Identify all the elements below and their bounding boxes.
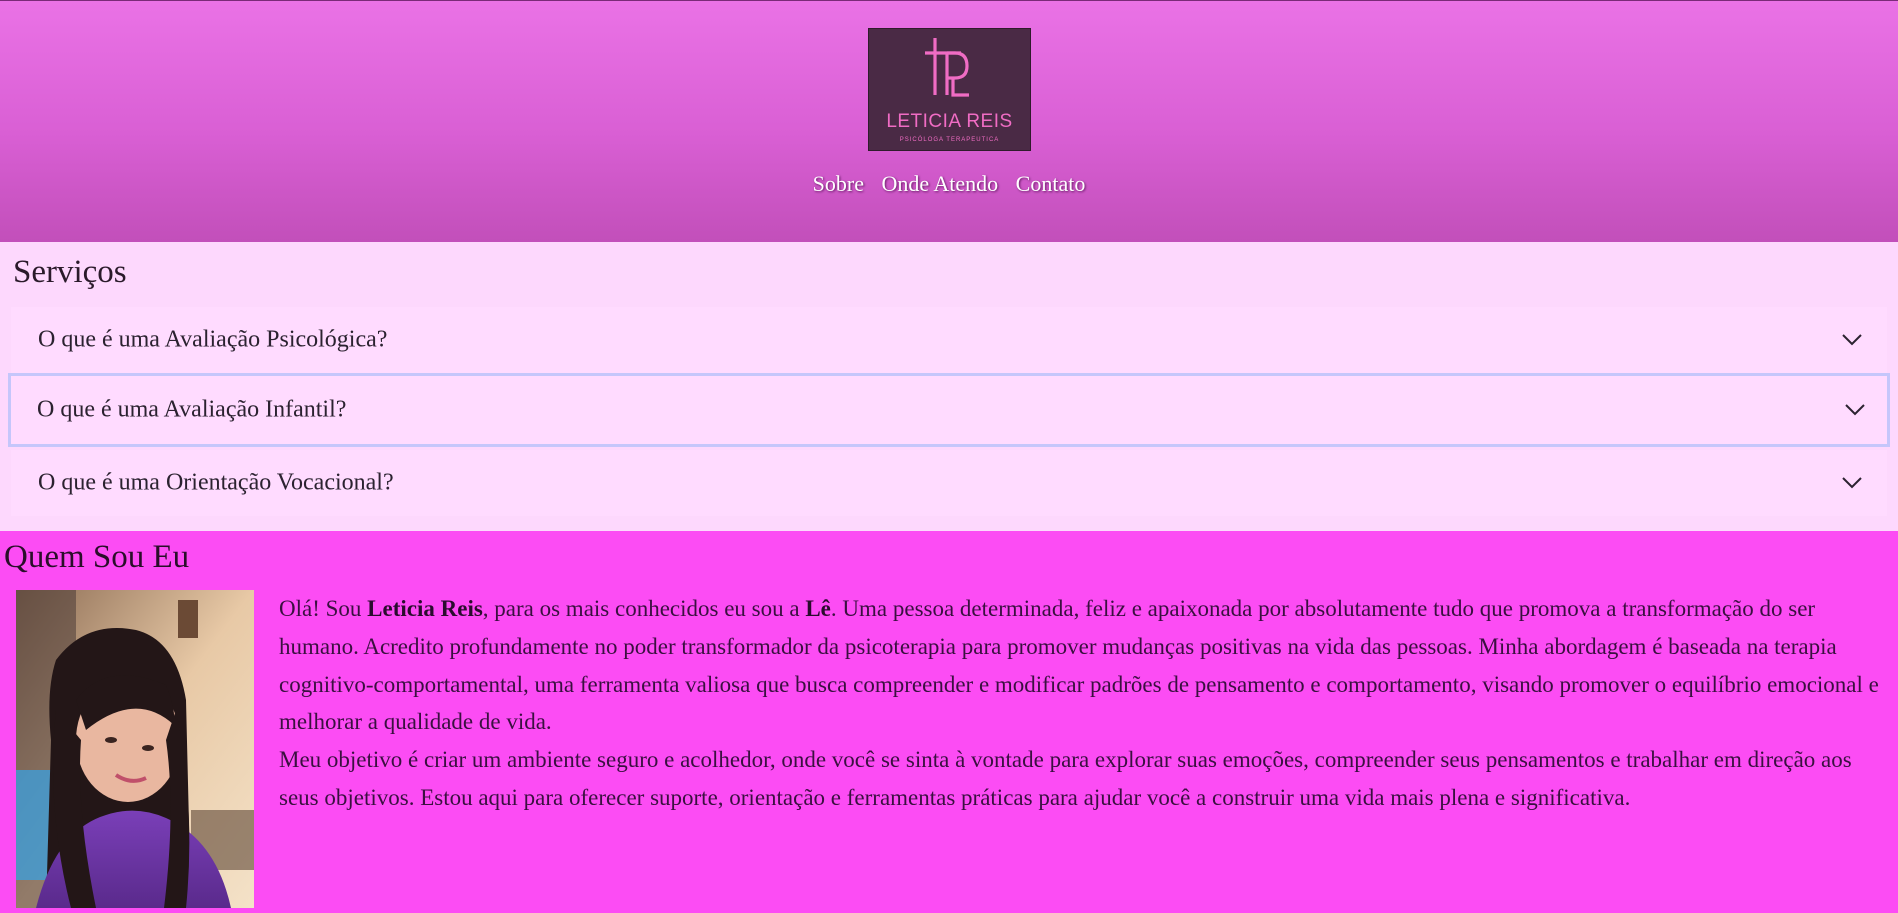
accordion-item-avaliacao-psicologica[interactable]: O que é uma Avaliação Psicológica? [11, 307, 1887, 373]
accordion-label: O que é uma Avaliação Psicológica? [38, 326, 388, 353]
about-name: Leticia Reis [367, 596, 483, 621]
site-header: LETICIA REIS PSICÓLOGA TERAPEUTICA Sobre… [0, 0, 1898, 242]
services-section: Serviços O que é uma Avaliação Psicológi… [0, 242, 1898, 531]
about-paragraph-1: Olá! Sou Leticia Reis, para os mais conh… [279, 596, 1879, 735]
logo-name: LETICIA REIS [886, 111, 1013, 132]
logo[interactable]: LETICIA REIS PSICÓLOGA TERAPEUTICA [868, 28, 1031, 151]
nav-link-onde-atendo[interactable]: Onde Atendo [881, 171, 998, 196]
about-paragraph-2: Meu objetivo é criar um ambiente seguro … [279, 747, 1852, 810]
chevron-down-icon [1842, 334, 1862, 346]
accordion-item-avaliacao-infantil[interactable]: O que é uma Avaliação Infantil? [8, 373, 1890, 447]
about-section: Quem Sou Eu Olá! Sou Leticia Reis, para … [0, 531, 1898, 913]
chevron-down-icon [1845, 404, 1865, 416]
chevron-down-icon [1842, 477, 1862, 489]
accordion-label: O que é uma Avaliação Infantil? [37, 396, 347, 423]
about-text: Olá! Sou Leticia Reis, para os mais conh… [279, 590, 1887, 817]
nav-link-sobre[interactable]: Sobre [813, 171, 864, 196]
accordion-label: O que é uma Orientação Vocacional? [38, 469, 394, 496]
about-nickname: Lê [805, 596, 831, 621]
accordion-item-orientacao-vocacional[interactable]: O que é uma Orientação Vocacional? [11, 450, 1887, 516]
monogram-icon [925, 38, 969, 97]
main-nav: Sobre Onde Atendo Contato [0, 171, 1898, 197]
logo-subtitle: PSICÓLOGA TERAPEUTICA [899, 137, 1000, 143]
services-title: Serviços [13, 254, 127, 290]
profile-photo [16, 590, 254, 908]
nav-link-contato[interactable]: Contato [1016, 171, 1086, 196]
about-title: Quem Sou Eu [4, 539, 190, 575]
